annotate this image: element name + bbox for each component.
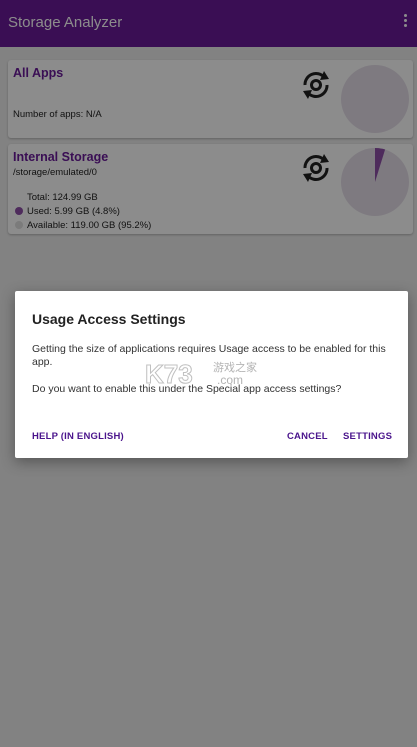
cancel-button[interactable]: CANCEL xyxy=(287,431,328,442)
watermark-suffix: .com xyxy=(217,373,244,387)
dialog-title: Usage Access Settings xyxy=(32,311,186,327)
watermark-text: K73 xyxy=(145,359,194,390)
watermark-logo: K73 游戏之家 .com xyxy=(145,359,275,390)
settings-button[interactable]: SETTINGS xyxy=(343,431,392,442)
help-button[interactable]: HELP (IN ENGLISH) xyxy=(32,431,124,442)
